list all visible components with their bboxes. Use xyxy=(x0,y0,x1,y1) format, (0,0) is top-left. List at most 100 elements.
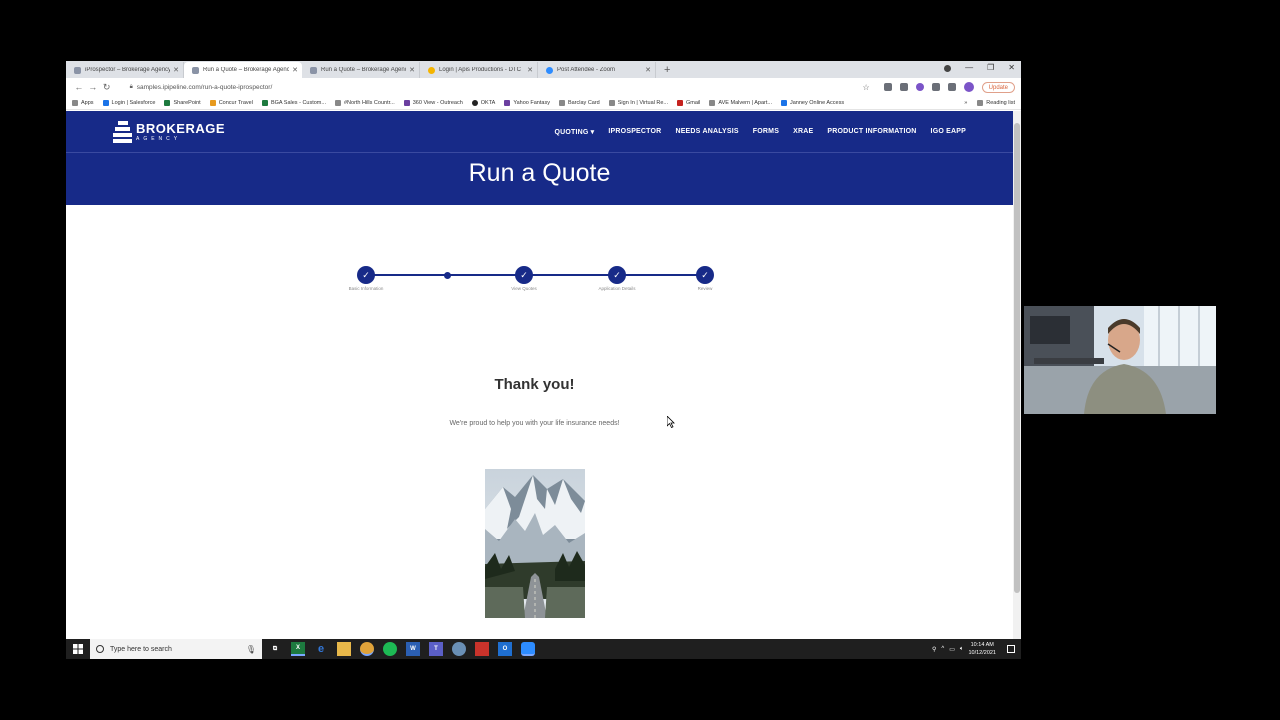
bookmark-ave-malvern[interactable]: AVE Malvern | Apart... xyxy=(709,99,772,106)
bookmark-barclay[interactable]: Barclay Card xyxy=(558,99,600,106)
address-bar[interactable]: 🔒︎ samples.ipipeline.com/run-a-quote-ipr… xyxy=(123,80,876,94)
tab-close-icon[interactable]: ✕ xyxy=(527,66,533,74)
salesforce-icon xyxy=(102,99,109,106)
minimize-icon[interactable]: — xyxy=(965,63,973,72)
bookmark-label: Login | Salesforce xyxy=(111,99,156,106)
page-scrollbar[interactable] xyxy=(1013,111,1021,639)
nav-igo-eapp[interactable]: IGO EAPP xyxy=(931,128,966,136)
bookmark-label: Yahoo Fantasy xyxy=(513,99,550,106)
brokerage-logo[interactable]: BROKERAGE AGENCY xyxy=(113,121,225,143)
reading-list-button[interactable]: Reading list xyxy=(977,99,1015,106)
excel-icon xyxy=(261,99,268,106)
restore-icon[interactable]: ❐ xyxy=(987,63,994,72)
bookmark-label: Gmail xyxy=(686,99,701,106)
lock-icon[interactable]: 🔒︎ xyxy=(130,84,133,91)
edge-icon[interactable]: e xyxy=(314,642,328,656)
profile-circle-icon[interactable] xyxy=(944,65,952,72)
reload-icon[interactable]: ↻ xyxy=(100,82,114,93)
tab-close-icon[interactable]: ✕ xyxy=(409,66,415,74)
nav-quoting[interactable]: QUOTING ▾ xyxy=(554,128,594,136)
bookmarks-bar: Apps Login | Salesforce SharePoint Concu… xyxy=(66,96,1021,110)
nav-forms[interactable]: FORMS xyxy=(753,128,779,136)
nav-iprospector[interactable]: IPROSPECTOR xyxy=(608,128,661,136)
bookmark-virtual[interactable]: Sign In | Virtual Re... xyxy=(608,99,668,106)
volume-icon[interactable]: 🔈︎ xyxy=(960,646,964,653)
tab-label: Run a Quote – Brokerage Agency xyxy=(321,67,407,73)
teams-icon[interactable]: T xyxy=(429,642,443,656)
nav-product-information[interactable]: PRODUCT INFORMATION xyxy=(827,128,916,136)
extension-icons: Update xyxy=(883,81,1016,93)
bookmark-yahoo[interactable]: Yahoo Fantasy xyxy=(504,99,550,106)
clock[interactable]: 10:14 AM 10/12/2021 xyxy=(968,641,996,657)
zoom-icon[interactable] xyxy=(521,642,535,656)
network-icon[interactable]: ▭ xyxy=(949,646,955,653)
file-explorer-icon[interactable] xyxy=(337,642,351,656)
chrome-icon[interactable] xyxy=(360,642,374,656)
bookmark-salesforce[interactable]: Login | Salesforce xyxy=(102,99,156,106)
bookmark-360-view[interactable]: 360 View - Outreach xyxy=(403,99,463,106)
reading-list-label: Reading list xyxy=(986,99,1015,106)
update-button[interactable]: Update xyxy=(981,81,1016,93)
tab-close-icon[interactable]: ✕ xyxy=(292,66,298,74)
microphone-icon[interactable]: 🎙︎ xyxy=(246,645,256,654)
step-review: ✓ xyxy=(696,266,714,284)
bookmark-janney[interactable]: Janney Online Access xyxy=(780,99,845,106)
scrollbar-thumb[interactable] xyxy=(1014,123,1020,593)
notification-icon[interactable] xyxy=(1007,645,1015,653)
people-icon[interactable]: ⚲ xyxy=(932,646,936,653)
app-red-icon[interactable] xyxy=(475,642,489,656)
task-view-icon[interactable]: ⧉ xyxy=(268,642,282,656)
excel-icon[interactable]: X xyxy=(291,642,305,656)
spotify-icon[interactable] xyxy=(383,642,397,656)
new-tab-button[interactable]: + xyxy=(664,62,670,78)
tab-close-icon[interactable]: ✕ xyxy=(173,66,179,74)
bookmark-label: BGA Sales - Custom... xyxy=(270,99,326,106)
close-window-icon[interactable]: ✕ xyxy=(1008,63,1015,72)
back-icon[interactable]: ← xyxy=(72,82,86,92)
bookmark-label: Janney Online Access xyxy=(789,99,845,106)
more-bookmarks-button[interactable]: » xyxy=(964,100,967,106)
apis-favicon-icon xyxy=(428,66,435,74)
tab-close-icon[interactable]: ✕ xyxy=(645,66,651,74)
extension-icon[interactable] xyxy=(899,83,908,91)
progress-stepper: ✓ ✓ ✓ ✓ Basic Information View Quotes Ap… xyxy=(344,266,716,296)
step-label: View Quotes xyxy=(511,286,537,291)
bookmark-sharepoint[interactable]: SharePoint xyxy=(164,99,201,106)
forward-icon[interactable]: → xyxy=(86,82,100,92)
yahoo-icon xyxy=(504,99,511,106)
concur-icon xyxy=(209,99,216,106)
tab-apis-login[interactable]: Login | Apis Productions - DTC ✕ xyxy=(420,62,538,78)
tab-run-a-quote[interactable]: Run a Quote – Brokerage Agency ✕ xyxy=(302,62,420,78)
tab-iprospector[interactable]: iProspector – Brokerage Agency ✕ xyxy=(66,62,184,78)
bookmark-gmail[interactable]: Gmail xyxy=(677,99,701,106)
tab-run-a-quote-active[interactable]: Run a Quote – Brokerage Agency ✕ xyxy=(184,62,302,78)
bookmark-apps[interactable]: Apps xyxy=(72,99,94,106)
word-icon[interactable]: W xyxy=(406,642,420,656)
tab-label: Login | Apis Productions - DTC xyxy=(439,67,521,73)
extension-icon[interactable] xyxy=(883,83,892,91)
extension-icon[interactable] xyxy=(915,83,924,91)
tab-zoom[interactable]: Post Attendee - Zoom ✕ xyxy=(538,62,656,78)
clock-time: 10:14 AM xyxy=(970,642,994,648)
nav-needs-analysis[interactable]: NEEDS ANALYSIS xyxy=(675,128,738,136)
outlook-icon[interactable]: O xyxy=(498,642,512,656)
zoom-favicon-icon xyxy=(546,66,553,74)
bookmark-bga-sales[interactable]: BGA Sales - Custom... xyxy=(261,99,326,106)
avatar[interactable] xyxy=(963,82,974,92)
puzzle-icon[interactable] xyxy=(947,83,956,91)
janney-icon xyxy=(780,99,787,106)
extension-icon[interactable] xyxy=(931,83,940,91)
screen: iProspector – Brokerage Agency ✕ Run a Q… xyxy=(0,0,1280,720)
bookmark-star-icon[interactable]: ☆ xyxy=(862,83,869,92)
taskbar-search[interactable]: Type here to search 🎙︎ xyxy=(90,639,262,659)
bookmark-okta[interactable]: OKTA xyxy=(471,99,495,106)
barclay-icon xyxy=(558,99,565,106)
show-hidden-icons[interactable]: ^ xyxy=(941,646,944,652)
bookmark-north-hills[interactable]: #North Hills Countr... xyxy=(334,99,395,106)
step-view-quotes: ✓ xyxy=(515,266,533,284)
nav-xrae[interactable]: XRAE xyxy=(793,128,813,136)
globe-icon[interactable] xyxy=(452,642,466,656)
bookmark-concur[interactable]: Concur Travel xyxy=(209,99,253,106)
logo-sub-text: AGENCY xyxy=(136,135,182,142)
start-button[interactable] xyxy=(66,639,90,659)
